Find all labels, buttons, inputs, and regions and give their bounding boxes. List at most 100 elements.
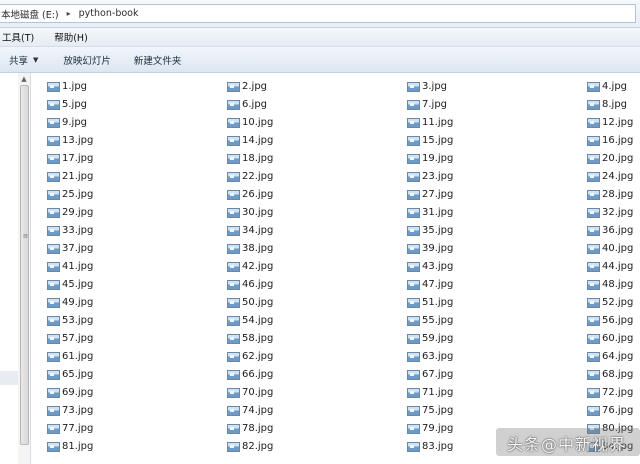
file-item[interactable]: 5.jpg bbox=[47, 96, 87, 113]
file-item[interactable]: 71.jpg bbox=[407, 384, 453, 401]
file-item[interactable]: 24.jpg bbox=[587, 168, 633, 185]
address-box[interactable]: 本地磁盘 (E:) ▸ python-book bbox=[0, 4, 636, 23]
file-item[interactable]: 78.jpg bbox=[227, 420, 273, 437]
file-item[interactable]: 7.jpg bbox=[407, 96, 447, 113]
file-item[interactable]: 30.jpg bbox=[227, 204, 273, 221]
breadcrumb-folder[interactable]: python-book bbox=[79, 8, 139, 19]
file-item[interactable]: 59.jpg bbox=[407, 330, 453, 347]
file-item[interactable]: 42.jpg bbox=[227, 258, 273, 275]
file-item[interactable]: 23.jpg bbox=[407, 168, 453, 185]
file-item[interactable]: 58.jpg bbox=[227, 330, 273, 347]
scroll-up-icon[interactable]: ▲ bbox=[18, 73, 30, 85]
file-item[interactable]: 14.jpg bbox=[227, 132, 273, 149]
file-item[interactable]: 45.jpg bbox=[47, 276, 93, 293]
breadcrumb-drive[interactable]: 本地磁盘 (E:) bbox=[1, 7, 59, 21]
file-item[interactable]: 53.jpg bbox=[47, 312, 93, 329]
file-item[interactable]: 73.jpg bbox=[47, 402, 93, 419]
file-item[interactable]: 48.jpg bbox=[587, 276, 633, 293]
file-list[interactable]: 1.jpg 2.jpg 3.jpg 4.jpg 5.jpg 6.jpg 7.jpg 8.jpg… bbox=[31, 73, 640, 464]
file-item[interactable]: 61.jpg bbox=[47, 348, 93, 365]
file-item[interactable]: 17.jpg bbox=[47, 150, 93, 167]
file-item[interactable]: 68.jpg bbox=[587, 366, 633, 383]
file-item[interactable]: 55.jpg bbox=[407, 312, 453, 329]
file-item[interactable]: 3.jpg bbox=[407, 78, 447, 95]
file-item[interactable]: 41.jpg bbox=[47, 258, 93, 275]
file-item[interactable]: 37.jpg bbox=[47, 240, 93, 257]
file-item[interactable]: 27.jpg bbox=[407, 186, 453, 203]
file-item[interactable]: 40.jpg bbox=[587, 240, 633, 257]
new-folder-button[interactable]: 新建文件夹 bbox=[134, 53, 182, 67]
file-item[interactable]: 1.jpg bbox=[47, 78, 87, 95]
file-item[interactable]: 20.jpg bbox=[587, 150, 633, 167]
file-item[interactable]: 60.jpg bbox=[587, 330, 633, 347]
menu-tools[interactable]: 工具(T) bbox=[2, 30, 42, 44]
file-item[interactable]: 35.jpg bbox=[407, 222, 453, 239]
file-item[interactable]: 54.jpg bbox=[227, 312, 273, 329]
file-item[interactable]: 83.jpg bbox=[407, 438, 453, 455]
file-item[interactable]: 79.jpg bbox=[407, 420, 453, 437]
file-item[interactable]: 6.jpg bbox=[227, 96, 267, 113]
file-item[interactable]: 28.jpg bbox=[587, 186, 633, 203]
file-item[interactable]: 38.jpg bbox=[227, 240, 273, 257]
file-item[interactable]: 51.jpg bbox=[407, 294, 453, 311]
file-item[interactable]: 4.jpg bbox=[587, 78, 627, 95]
breadcrumb-separator-icon[interactable]: ▸ bbox=[67, 9, 71, 18]
file-item[interactable]: 65.jpg bbox=[47, 366, 93, 383]
file-item[interactable]: 15.jpg bbox=[407, 132, 453, 149]
file-item[interactable]: 11.jpg bbox=[407, 114, 453, 131]
slideshow-button[interactable]: 放映幻灯片 bbox=[63, 53, 111, 67]
file-item[interactable]: 47.jpg bbox=[407, 276, 453, 293]
share-button[interactable]: 共享 ▼ bbox=[9, 53, 38, 67]
scrollbar-thumb[interactable]: ≡ bbox=[20, 85, 29, 445]
file-item[interactable]: 19.jpg bbox=[407, 150, 453, 167]
file-item[interactable]: 8.jpg bbox=[587, 96, 627, 113]
file-item[interactable]: 82.jpg bbox=[227, 438, 273, 455]
file-item[interactable]: 72.jpg bbox=[587, 384, 633, 401]
jpg-image-icon bbox=[407, 297, 420, 308]
file-item[interactable]: 57.jpg bbox=[47, 330, 93, 347]
file-item[interactable]: 25.jpg bbox=[47, 186, 93, 203]
file-item[interactable]: 36.jpg bbox=[587, 222, 633, 239]
file-item[interactable]: 56.jpg bbox=[587, 312, 633, 329]
file-item[interactable]: 46.jpg bbox=[227, 276, 273, 293]
file-item[interactable]: 9.jpg bbox=[47, 114, 87, 131]
jpg-image-icon bbox=[227, 243, 240, 254]
file-item[interactable]: 75.jpg bbox=[407, 402, 453, 419]
file-item[interactable]: 74.jpg bbox=[227, 402, 273, 419]
file-item[interactable]: 16.jpg bbox=[587, 132, 633, 149]
file-item[interactable]: 63.jpg bbox=[407, 348, 453, 365]
file-item[interactable]: 21.jpg bbox=[47, 168, 93, 185]
nav-scrollbar[interactable]: ▲ ≡ bbox=[18, 73, 30, 464]
jpg-image-icon bbox=[407, 189, 420, 200]
file-item[interactable]: 26.jpg bbox=[227, 186, 273, 203]
file-item[interactable]: 33.jpg bbox=[47, 222, 93, 239]
file-item[interactable]: 12.jpg bbox=[587, 114, 633, 131]
file-item[interactable]: 44.jpg bbox=[587, 258, 633, 275]
nav-item-selected[interactable] bbox=[0, 371, 18, 385]
file-item[interactable]: 62.jpg bbox=[227, 348, 273, 365]
file-item[interactable]: 67.jpg bbox=[407, 366, 453, 383]
file-item[interactable]: 77.jpg bbox=[47, 420, 93, 437]
file-item[interactable]: 32.jpg bbox=[587, 204, 633, 221]
file-item[interactable]: 10.jpg bbox=[227, 114, 273, 131]
file-item[interactable]: 43.jpg bbox=[407, 258, 453, 275]
file-item[interactable]: 52.jpg bbox=[587, 294, 633, 311]
file-item[interactable]: 39.jpg bbox=[407, 240, 453, 257]
file-item[interactable]: 66.jpg bbox=[227, 366, 273, 383]
menu-help[interactable]: 帮助(H) bbox=[54, 30, 96, 44]
file-item[interactable]: 81.jpg bbox=[47, 438, 93, 455]
file-item[interactable]: 50.jpg bbox=[227, 294, 273, 311]
file-item[interactable]: 69.jpg bbox=[47, 384, 93, 401]
file-item[interactable]: 2.jpg bbox=[227, 78, 267, 95]
file-item[interactable]: 31.jpg bbox=[407, 204, 453, 221]
file-item[interactable]: 49.jpg bbox=[47, 294, 93, 311]
file-item[interactable]: 70.jpg bbox=[227, 384, 273, 401]
navigation-pane[interactable]: ▲ ≡ bbox=[0, 73, 31, 464]
file-item[interactable]: 29.jpg bbox=[47, 204, 93, 221]
file-item[interactable]: 34.jpg bbox=[227, 222, 273, 239]
file-item[interactable]: 64.jpg bbox=[587, 348, 633, 365]
file-item[interactable]: 22.jpg bbox=[227, 168, 273, 185]
file-item[interactable]: 13.jpg bbox=[47, 132, 93, 149]
file-item[interactable]: 76.jpg bbox=[587, 402, 633, 419]
file-item[interactable]: 18.jpg bbox=[227, 150, 273, 167]
